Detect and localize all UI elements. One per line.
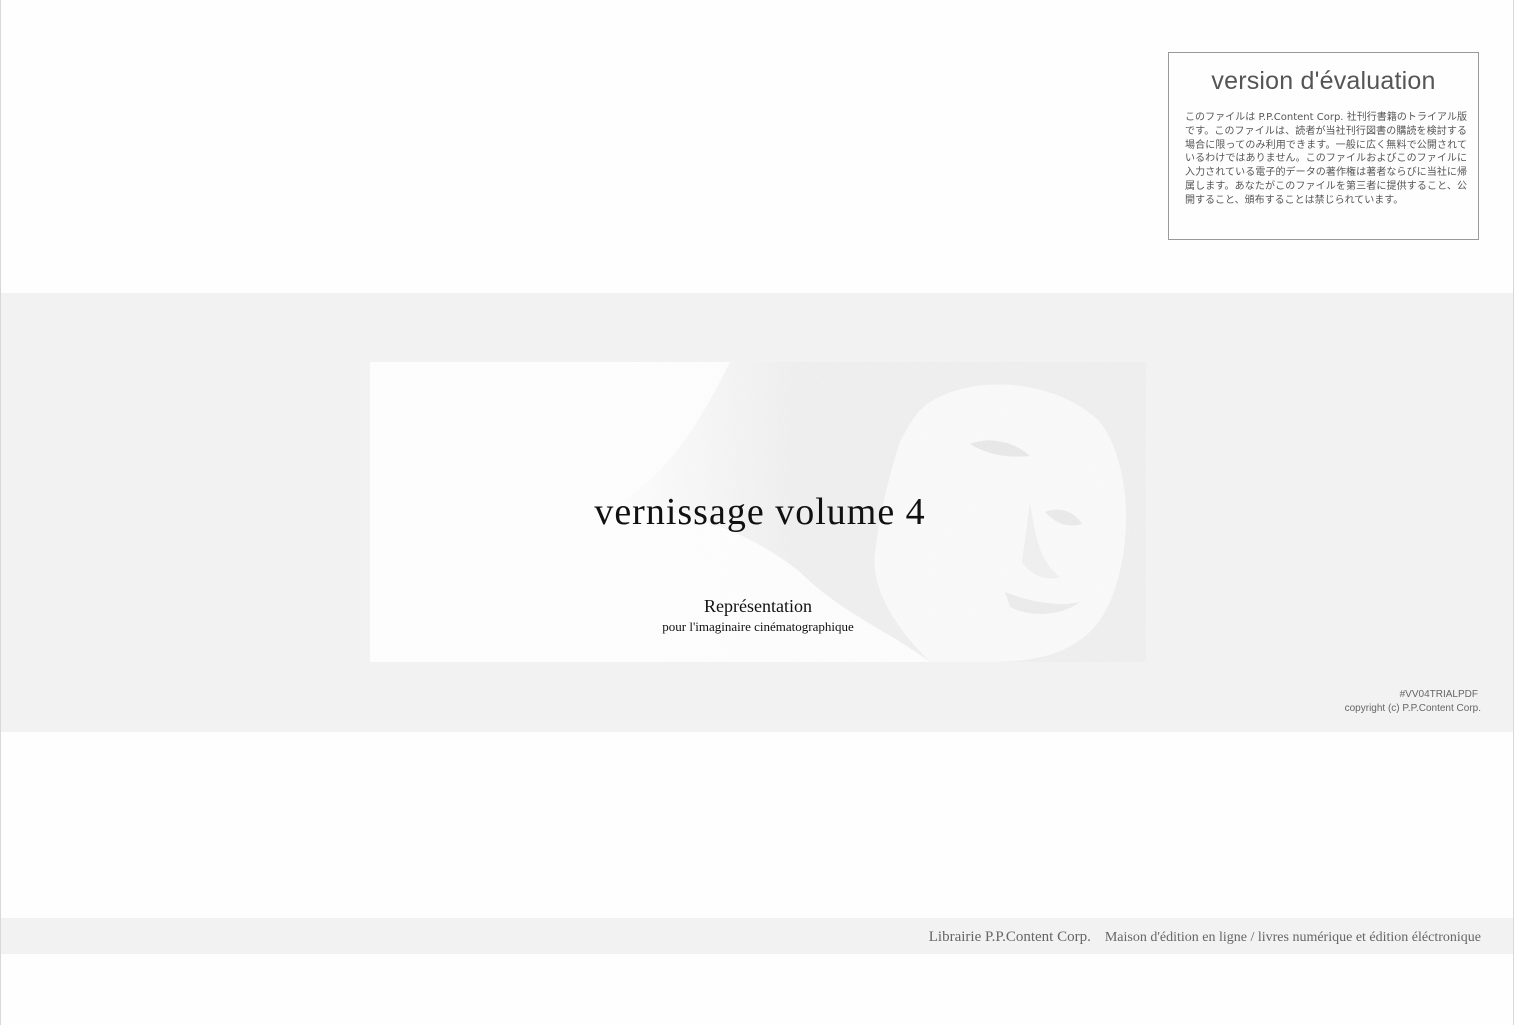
cover-banner: vernissage volume 4 Représentation pour … — [370, 362, 1146, 662]
evaluation-notice-box: version d'évaluation このファイルは P.P.Content… — [1168, 52, 1479, 240]
cover-subtitle: Représentation — [704, 596, 812, 616]
copyright-label: copyright (c) P.P.Content Corp. — [1344, 703, 1481, 714]
trial-code-label: #VV04TRIALPDF — [1399, 689, 1478, 700]
footer-description: Maison d'édition en ligne / livres numér… — [1104, 930, 1481, 945]
evaluation-title: version d'évaluation — [1211, 67, 1436, 95]
evaluation-notice-text: このファイルは P.P.Content Corp. 社刊行書籍のトライアル版です… — [1185, 112, 1467, 206]
cover-title: vernissage volume 4 — [594, 491, 926, 533]
page-border-right — [1513, 0, 1514, 1025]
cover-subline: pour l'imaginaire cinématographique — [662, 619, 854, 634]
footer: Librairie P.P.Content Corp. Maison d'édi… — [929, 928, 1481, 946]
footer-publisher-link[interactable]: Librairie P.P.Content Corp. — [929, 929, 1091, 945]
